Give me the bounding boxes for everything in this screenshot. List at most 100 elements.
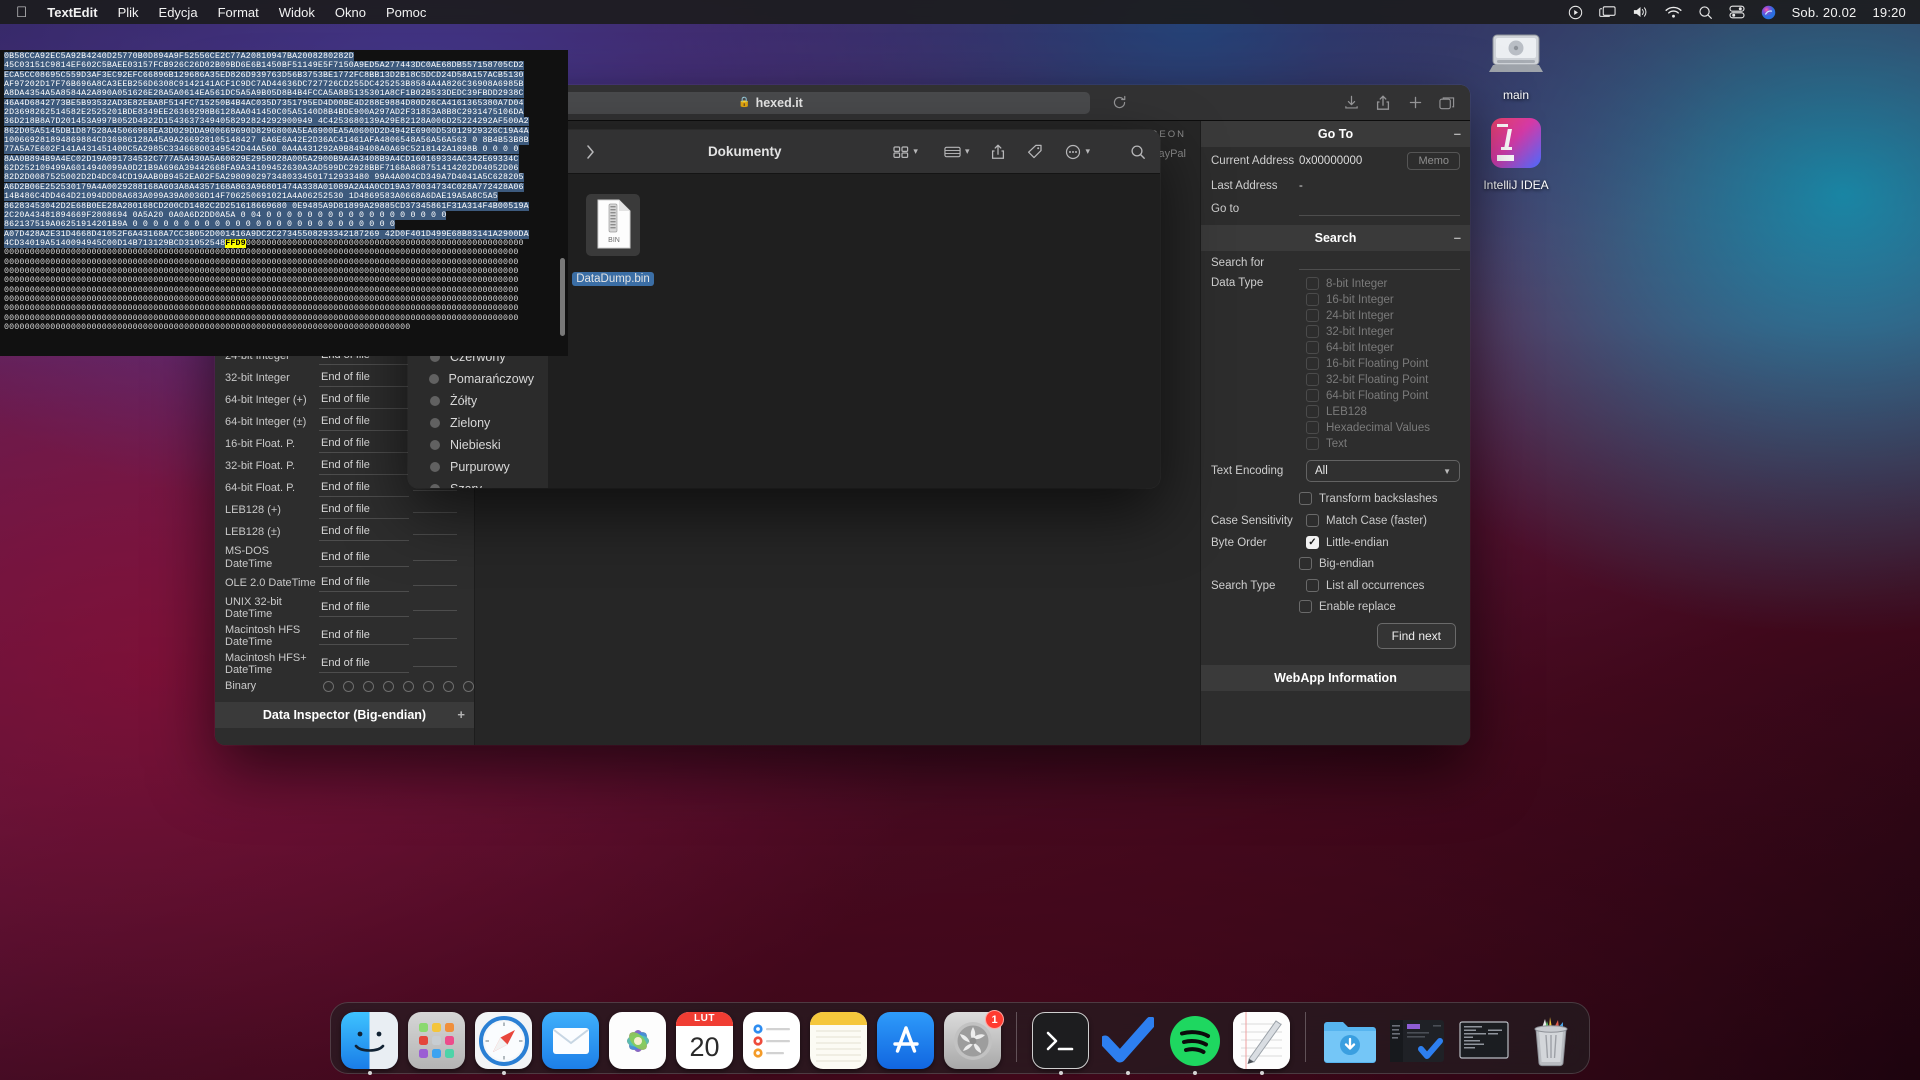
finder-search-icon[interactable] xyxy=(1130,144,1146,160)
data-type-checkbox[interactable] xyxy=(1306,389,1319,402)
data-type-option[interactable]: Text xyxy=(1306,437,1430,450)
data-inspector-signed-value[interactable] xyxy=(413,580,457,586)
data-type-option[interactable]: LEB128 xyxy=(1306,405,1430,418)
spotlight-search-icon[interactable] xyxy=(1698,5,1713,20)
data-type-option[interactable]: 64-bit Floating Point xyxy=(1306,389,1430,402)
hex-scrollbar[interactable] xyxy=(560,258,565,336)
data-type-checkbox[interactable] xyxy=(1306,437,1319,450)
data-type-checkbox[interactable] xyxy=(1306,325,1319,338)
data-inspector-unsigned-value[interactable]: End of file xyxy=(319,549,409,567)
data-inspector-signed-value[interactable] xyxy=(413,529,457,535)
data-type-checkbox[interactable] xyxy=(1306,341,1319,354)
data-inspector-unsigned-value[interactable]: End of file xyxy=(319,479,409,497)
data-inspector-unsigned-value[interactable]: End of file xyxy=(319,457,409,475)
dock-item-trash[interactable] xyxy=(1522,1012,1579,1069)
data-type-option[interactable]: 64-bit Integer xyxy=(1306,341,1430,354)
dock-item-window-preview-2[interactable] xyxy=(1455,1012,1512,1069)
desktop-icon-main[interactable]: main xyxy=(1468,22,1564,102)
menu-item-plik[interactable]: Plik xyxy=(118,5,139,20)
reload-icon[interactable] xyxy=(1110,94,1128,112)
forward-chevron-icon[interactable] xyxy=(584,144,596,160)
enable-replace-row[interactable]: Enable replace xyxy=(1201,598,1470,615)
dock-item-safari[interactable] xyxy=(475,1012,532,1069)
dock-item-calendar[interactable]: LUT 20 xyxy=(676,1012,733,1069)
dock-item-notes[interactable] xyxy=(810,1012,867,1069)
more-actions-icon[interactable] xyxy=(1065,144,1081,160)
dock-item-photos[interactable] xyxy=(609,1012,666,1069)
share-icon[interactable] xyxy=(991,144,1005,160)
sidebar-item-zielony[interactable]: Zielony xyxy=(414,412,542,434)
data-type-option[interactable]: 16-bit Integer xyxy=(1306,293,1430,306)
data-inspector-signed-value[interactable] xyxy=(413,507,457,513)
dock-item-spotify[interactable] xyxy=(1166,1012,1223,1069)
data-inspector-unsigned-value[interactable]: End of file xyxy=(319,369,409,387)
icon-view-icon[interactable] xyxy=(893,145,909,159)
data-inspector-unsigned-value[interactable]: End of file xyxy=(319,391,409,409)
data-inspector-unsigned-value[interactable]: End of file xyxy=(319,435,409,453)
data-type-checkbox[interactable] xyxy=(1306,405,1319,418)
transform-backslashes-checkbox[interactable] xyxy=(1299,492,1312,505)
match-case-checkbox[interactable] xyxy=(1306,514,1319,527)
data-inspector-unsigned-value[interactable]: End of file xyxy=(319,501,409,519)
data-inspector-unsigned-value[interactable]: End of file xyxy=(319,523,409,541)
sidebar-item-niebieski[interactable]: Niebieski xyxy=(414,434,542,456)
data-type-checkbox[interactable] xyxy=(1306,357,1319,370)
menu-app-name[interactable]: TextEdit xyxy=(47,5,97,20)
dock-item-textedit[interactable] xyxy=(1233,1012,1290,1069)
play-circle-icon[interactable] xyxy=(1568,5,1583,20)
dock-item-finder[interactable] xyxy=(341,1012,398,1069)
data-type-option[interactable]: 16-bit Floating Point xyxy=(1306,357,1430,370)
go-to-input[interactable] xyxy=(1299,202,1460,216)
chevron-down-icon[interactable]: ▾ xyxy=(965,146,970,157)
dock-item-things[interactable] xyxy=(1099,1012,1156,1069)
data-type-option[interactable]: 32-bit Floating Point xyxy=(1306,373,1430,386)
data-type-option[interactable]: 24-bit Integer xyxy=(1306,309,1430,322)
data-inspector-unsigned-value[interactable]: End of file xyxy=(319,655,409,673)
tab-overview-icon[interactable] xyxy=(1438,94,1456,112)
expand-icon[interactable]: + xyxy=(457,707,465,722)
data-type-option[interactable]: 8-bit Integer xyxy=(1306,277,1430,290)
menu-item-format[interactable]: Format xyxy=(218,5,259,20)
dock-item-launchpad[interactable] xyxy=(408,1012,465,1069)
transform-backslashes-row[interactable]: Transform backslashes xyxy=(1201,490,1470,507)
menu-item-edycja[interactable]: Edycja xyxy=(159,5,198,20)
data-inspector-unsigned-value[interactable]: End of file xyxy=(319,413,409,431)
webapp-information-header[interactable]: WebApp Information xyxy=(1201,665,1470,691)
dock-item-system-preferences[interactable]: 1 xyxy=(944,1012,1001,1069)
menu-item-widok[interactable]: Widok xyxy=(279,5,315,20)
data-type-checkbox[interactable] xyxy=(1306,293,1319,306)
collapse-icon[interactable]: – xyxy=(1454,126,1461,141)
file-tile-datadump[interactable]: BIN DataDump.bin xyxy=(570,192,656,287)
dock-item-window-preview-1[interactable] xyxy=(1388,1012,1445,1069)
download-icon[interactable] xyxy=(1342,94,1360,112)
data-inspector-big-header[interactable]: Data Inspector (Big-endian) + xyxy=(215,702,474,728)
search-input[interactable] xyxy=(1299,256,1460,270)
data-type-checkbox[interactable] xyxy=(1306,421,1319,434)
sidebar-item--ty[interactable]: Żółty xyxy=(414,390,542,412)
data-inspector-signed-value[interactable] xyxy=(413,661,457,667)
share-icon[interactable] xyxy=(1374,94,1392,112)
data-type-checkbox[interactable] xyxy=(1306,373,1319,386)
enable-replace-checkbox[interactable] xyxy=(1299,600,1312,613)
sidebar-item-szary[interactable]: Szary xyxy=(414,478,542,488)
hex-content-area[interactable]: 0B58CCA92EC5A92B4240D25770B0D894A9F52556… xyxy=(0,50,568,356)
group-by-icon[interactable] xyxy=(944,145,961,159)
big-endian-row[interactable]: Big-endian xyxy=(1201,555,1470,572)
dock-item-terminal[interactable] xyxy=(1032,1012,1089,1069)
data-type-option[interactable]: 32-bit Integer xyxy=(1306,325,1430,338)
find-next-button[interactable]: Find next xyxy=(1377,623,1456,649)
screen-mirroring-icon[interactable] xyxy=(1599,5,1616,19)
data-type-checkbox[interactable] xyxy=(1306,277,1319,290)
big-endian-checkbox[interactable] xyxy=(1299,557,1312,570)
dock-item-downloads-folder[interactable] xyxy=(1321,1012,1378,1069)
list-all-checkbox[interactable] xyxy=(1306,579,1319,592)
apple-logo-icon[interactable]:  xyxy=(16,5,27,20)
data-inspector-signed-value[interactable] xyxy=(413,605,457,611)
collapse-icon[interactable]: – xyxy=(1454,230,1461,245)
data-inspector-unsigned-value[interactable]: End of file xyxy=(319,599,409,617)
tag-icon[interactable] xyxy=(1027,144,1043,160)
control-center-icon[interactable] xyxy=(1729,5,1745,19)
desktop-icon-intellij[interactable]: IntelliJ IDEA xyxy=(1468,112,1564,192)
little-endian-checkbox[interactable]: ✓ xyxy=(1306,536,1319,549)
data-inspector-unsigned-value[interactable]: End of file xyxy=(319,574,409,592)
